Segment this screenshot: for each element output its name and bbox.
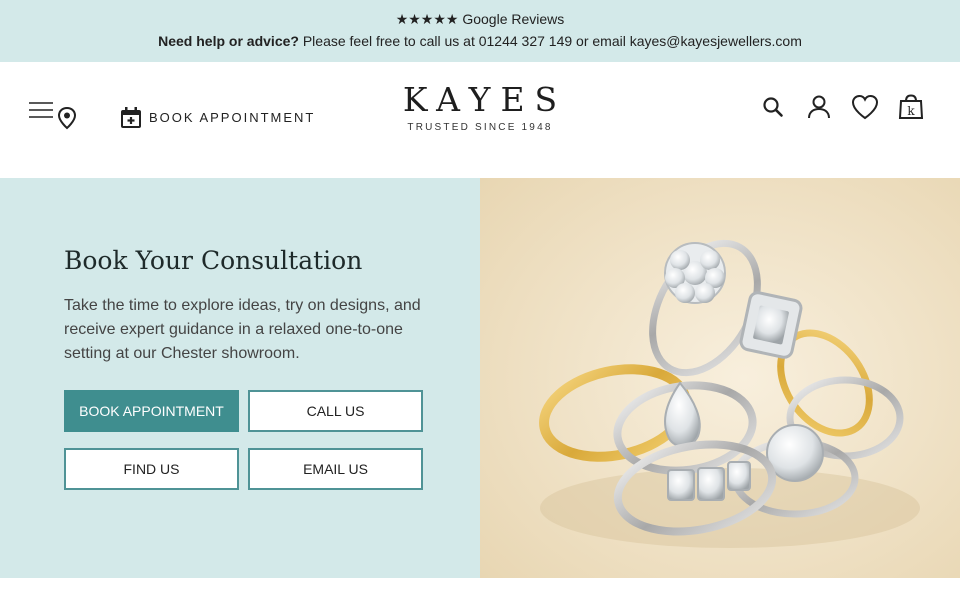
site-logo[interactable]: KAYES TRUSTED SINCE 1948 xyxy=(380,80,580,133)
hero-content-panel: Book Your Consultation Take the time to … xyxy=(0,178,480,578)
book-appointment-button[interactable]: BOOK APPOINTMENT xyxy=(64,390,239,432)
hero-title: Book Your Consultation xyxy=(64,246,363,275)
rings-image xyxy=(480,178,960,578)
hero-description: Take the time to explore ideas, try on d… xyxy=(64,297,421,362)
logo-tagline: TRUSTED SINCE 1948 xyxy=(407,122,553,133)
announcement-bar: ★★★★★ Google Reviews Need help or advice… xyxy=(0,0,960,62)
book-appointment-link[interactable]: BOOK APPOINTMENT xyxy=(149,110,315,125)
location-pin-icon[interactable] xyxy=(56,106,78,130)
heart-icon[interactable] xyxy=(851,94,879,120)
email-us-button[interactable]: EMAIL US xyxy=(248,448,423,490)
search-icon[interactable] xyxy=(762,96,784,118)
google-reviews-link[interactable]: ★★★★★ Google Reviews xyxy=(0,11,960,28)
calendar-add-icon[interactable] xyxy=(119,106,143,130)
svg-text:k: k xyxy=(907,104,915,118)
menu-icon[interactable] xyxy=(28,100,54,120)
call-us-button[interactable]: CALL US xyxy=(248,390,423,432)
find-us-button[interactable]: FIND US xyxy=(64,448,239,490)
account-icon[interactable] xyxy=(806,94,832,120)
help-line: Need help or advice? Please feel free to… xyxy=(0,33,960,49)
help-contact-text[interactable]: Please feel free to call us at 01244 327… xyxy=(299,33,802,49)
consultation-hero: Book Your Consultation Take the time to … xyxy=(0,178,960,578)
logo-wordmark: KAYES xyxy=(402,80,568,119)
help-label: Need help or advice? xyxy=(158,33,299,49)
page-bottom-strip xyxy=(0,578,960,600)
shopping-bag-icon[interactable]: k xyxy=(897,94,925,120)
site-header: BOOK APPOINTMENT KAYES TRUSTED SINCE 194… xyxy=(0,62,960,178)
